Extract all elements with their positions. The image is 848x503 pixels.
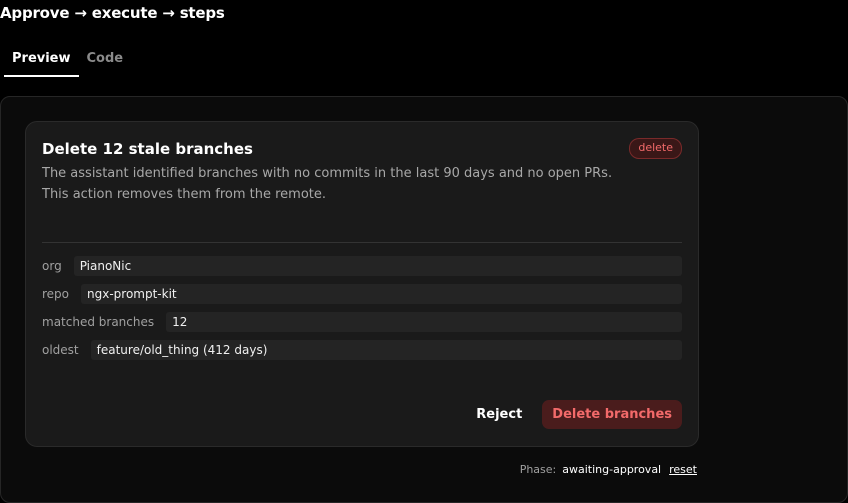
field-value: ngx-prompt-kit bbox=[81, 284, 682, 304]
action-type-badge: delete bbox=[629, 138, 682, 159]
card-divider bbox=[42, 242, 682, 243]
tab-code[interactable]: Code bbox=[79, 44, 132, 77]
tab-preview[interactable]: Preview bbox=[4, 44, 79, 77]
field-value: PianoNic bbox=[73, 256, 682, 276]
field-row-matched-branches: matched branches 12 bbox=[42, 312, 682, 332]
page-title: Approve → execute → steps bbox=[0, 4, 225, 22]
reject-button[interactable]: Reject bbox=[464, 400, 534, 429]
reset-link[interactable]: reset bbox=[669, 463, 697, 476]
approval-card: Delete 12 stale branches delete The assi… bbox=[25, 121, 699, 447]
card-actions: Reject Delete branches bbox=[464, 400, 682, 429]
tab-bar: Preview Code bbox=[4, 44, 131, 77]
card-title: Delete 12 stale branches bbox=[42, 140, 253, 158]
field-list: org PianoNic repo ngx-prompt-kit matched… bbox=[42, 256, 682, 368]
field-value: 12 bbox=[166, 312, 682, 332]
phase-label: Phase: bbox=[519, 463, 557, 476]
field-row-org: org PianoNic bbox=[42, 256, 682, 276]
phase-status: Phase: awaiting-approval reset bbox=[520, 463, 697, 476]
field-label: repo bbox=[42, 287, 70, 301]
field-row-oldest: oldest feature/old_thing (412 days) bbox=[42, 340, 682, 360]
delete-branches-button[interactable]: Delete branches bbox=[542, 400, 682, 429]
phase-value: awaiting-approval bbox=[562, 463, 662, 476]
field-value: feature/old_thing (412 days) bbox=[90, 340, 682, 360]
field-row-repo: repo ngx-prompt-kit bbox=[42, 284, 682, 304]
field-label: oldest bbox=[42, 343, 79, 357]
preview-panel: Delete 12 stale branches delete The assi… bbox=[0, 96, 848, 503]
field-label: org bbox=[42, 259, 62, 273]
card-description: The assistant identified branches with n… bbox=[42, 166, 613, 202]
field-label: matched branches bbox=[42, 315, 155, 329]
